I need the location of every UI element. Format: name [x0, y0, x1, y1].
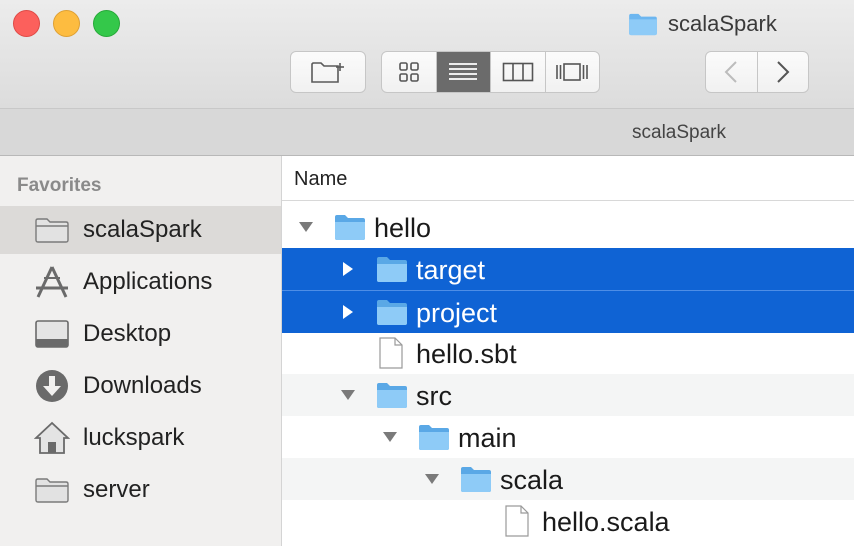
folder-icon [419, 425, 449, 450]
folder-icon [33, 472, 71, 508]
column-view-button[interactable] [491, 52, 546, 92]
list-row-src[interactable]: src [282, 374, 854, 416]
column-header-label: Name [294, 168, 348, 190]
disclosure-triangle-expanded[interactable] [340, 387, 356, 403]
disclosure-triangle-collapsed[interactable] [340, 304, 356, 320]
sidebar-item-label: luckspark [83, 424, 185, 451]
list-view-button[interactable] [436, 52, 491, 92]
grid-icon [398, 62, 419, 82]
sidebar-item-desktop[interactable]: Desktop [0, 310, 281, 358]
list-row-project[interactable]: project [282, 290, 854, 333]
title-bar: scalaSpark [0, 0, 854, 109]
sidebar-item-downloads[interactable]: Downloads [0, 362, 281, 410]
document-icon [379, 337, 403, 369]
chevron-left-icon [724, 61, 737, 83]
window-title: scalaSpark [628, 10, 777, 38]
back-button[interactable] [706, 52, 758, 92]
window-title-text: scalaSpark [668, 11, 777, 36]
icon-view-button[interactable] [382, 52, 437, 92]
sidebar: Favorites scalaSpark Applications Deskto… [0, 156, 282, 546]
folder-icon [377, 383, 407, 408]
sidebar-item-applications[interactable]: Applications [0, 258, 281, 306]
sidebar-item-scalaspark[interactable]: scalaSpark [0, 206, 281, 254]
file-name: target [416, 255, 486, 285]
list-row-hello-scala[interactable]: hello.scala [282, 500, 854, 542]
cover-flow-icon [556, 63, 589, 81]
disclosure-triangle-expanded[interactable] [382, 429, 398, 445]
list-row-scala[interactable]: scala [282, 458, 854, 500]
file-name: src [416, 381, 452, 411]
file-name: main [458, 423, 517, 453]
path-bar-label: scalaSpark [632, 122, 726, 143]
file-list: Name hello target project hello.sbt src … [282, 156, 854, 546]
view-mode-selector [381, 51, 600, 93]
list-row-hello-sbt[interactable]: hello.sbt [282, 332, 854, 374]
minimize-window-button[interactable] [53, 10, 80, 37]
document-icon [505, 505, 529, 537]
folder-icon [33, 212, 71, 248]
list-row-hello[interactable]: hello [282, 206, 854, 248]
folder-icon [377, 257, 407, 282]
close-window-button[interactable] [13, 10, 40, 37]
folder-icon [629, 13, 657, 36]
file-name: hello.sbt [416, 339, 517, 369]
sidebar-item-label: Downloads [83, 372, 202, 399]
column-header-name[interactable]: Name [282, 156, 854, 201]
disclosure-triangle-expanded[interactable] [424, 471, 440, 487]
list-row-target[interactable]: target [282, 248, 854, 290]
folder-icon [377, 300, 407, 325]
file-name: scala [500, 465, 564, 495]
downloads-icon [33, 368, 71, 404]
folder-icon [461, 467, 491, 492]
disclosure-triangle-expanded[interactable] [298, 219, 314, 235]
desktop-icon [33, 316, 71, 352]
sidebar-item-label: Applications [83, 268, 213, 295]
path-bar: scalaSpark [0, 109, 854, 156]
file-name: hello.scala [542, 507, 670, 537]
list-icon [449, 63, 478, 80]
forward-button[interactable] [758, 52, 809, 92]
gallery-view-button[interactable] [546, 52, 600, 92]
folder-icon [335, 215, 365, 240]
home-icon [33, 420, 71, 456]
sidebar-item-label: scalaSpark [83, 216, 202, 243]
file-name: hello [374, 213, 432, 243]
sidebar-item-label: server [83, 476, 150, 503]
new-folder-icon [311, 62, 344, 83]
file-name: project [416, 298, 498, 328]
sidebar-heading: Favorites [17, 175, 102, 196]
sidebar-item-label: Desktop [83, 320, 172, 347]
list-row-main[interactable]: main [282, 416, 854, 458]
chevron-right-icon [777, 61, 790, 83]
sidebar-item-server[interactable]: server [0, 466, 281, 514]
navigation-buttons [705, 51, 809, 93]
zoom-window-button[interactable] [93, 10, 120, 37]
columns-icon [502, 62, 534, 82]
new-folder-button[interactable] [290, 51, 366, 93]
disclosure-triangle-collapsed[interactable] [340, 261, 356, 277]
applications-icon [33, 264, 71, 300]
sidebar-item-luckspark[interactable]: luckspark [0, 414, 281, 462]
